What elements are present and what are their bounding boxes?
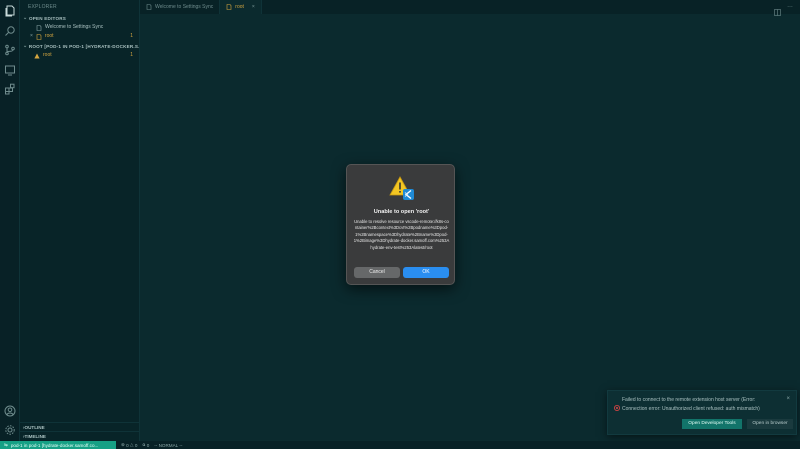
- file-icon: [36, 33, 42, 40]
- editor-actions: …: [774, 3, 794, 16]
- explorer-icon[interactable]: [3, 4, 17, 18]
- timeline-label: TIMELINE: [24, 433, 46, 439]
- file-icon: [226, 4, 232, 10]
- warning-file-icon: [34, 53, 40, 59]
- error-count: 0: [126, 442, 129, 448]
- vscode-warning-icon: [389, 175, 415, 201]
- dialog-message: Unable to resolve resource vscode-remote…: [353, 219, 450, 250]
- root-folder-label: ROOT [POD-1 IN POD-1 [HYDRATE-DOCKER.S..…: [28, 44, 139, 49]
- problem-count-badge: 1: [130, 52, 133, 58]
- split-editor-icon[interactable]: [774, 3, 781, 16]
- open-editor-settings-sync[interactable]: Welcome to Settings Sync: [20, 23, 139, 32]
- notification-message: Failed to connect to the remote extensio…: [622, 397, 760, 412]
- problems-indicator[interactable]: ⊗ 0 △ 0: [121, 442, 137, 448]
- tab-root[interactable]: root ×: [220, 0, 262, 14]
- open-editors-label: OPEN EDITORS: [29, 16, 67, 21]
- account-icon[interactable]: [3, 404, 17, 418]
- open-editor-label: root: [44, 33, 54, 39]
- error-dialog: Unable to open 'root' Unable to resolve …: [346, 164, 455, 285]
- outline-header[interactable]: › OUTLINE: [20, 422, 140, 431]
- error-notification: Failed to connect to the remote extensio…: [607, 390, 797, 435]
- remote-explorer-icon[interactable]: [3, 63, 17, 77]
- remote-icon: ⇋: [4, 442, 8, 447]
- explorer-sidebar: EXPLORER ⌄ OPEN EDITORS Welcome to Setti…: [20, 0, 140, 441]
- open-editor-label: Welcome to Settings Sync: [45, 24, 104, 30]
- close-icon[interactable]: ×: [786, 396, 790, 402]
- file-icon: [36, 24, 42, 31]
- open-editors-header[interactable]: ⌄ OPEN EDITORS: [20, 14, 139, 23]
- root-folder-header[interactable]: ⌄ ROOT [POD-1 IN POD-1 [HYDRATE-DOCKER.S…: [20, 42, 139, 51]
- problem-count-badge: 1: [130, 33, 133, 39]
- activity-bar: [0, 0, 20, 441]
- tab-label: root: [235, 4, 244, 10]
- ports-indicator[interactable]: ⍺ 0: [142, 442, 149, 448]
- open-in-browser-button[interactable]: Open in browser: [747, 419, 793, 429]
- open-developer-tools-button[interactable]: Open Developer Tools: [682, 419, 742, 429]
- more-actions-icon[interactable]: …: [787, 3, 794, 10]
- tab-settings-sync[interactable]: Welcome to Settings Sync: [140, 0, 221, 14]
- status-bar: ⇋ pod-1 in pod-1 [hydrate-docker.samoff.…: [0, 441, 800, 449]
- source-control-icon[interactable]: [3, 43, 17, 57]
- sidebar-title: EXPLORER: [28, 4, 57, 10]
- remote-indicator[interactable]: ⇋ pod-1 in pod-1 [hydrate-docker.samoff.…: [0, 441, 116, 449]
- tree-item-label: root: [43, 52, 52, 58]
- vim-mode: -- NORMAL --: [154, 442, 183, 448]
- extensions-icon[interactable]: [3, 82, 17, 96]
- cancel-button[interactable]: Cancel: [354, 267, 400, 278]
- search-icon[interactable]: [3, 24, 17, 38]
- error-icon: [614, 398, 620, 411]
- tree-item-root[interactable]: root 1: [20, 51, 139, 60]
- editor-tabs: Welcome to Settings Sync root × …: [140, 0, 800, 16]
- warning-count: 0: [134, 442, 138, 448]
- timeline-header[interactable]: › TIMELINE: [20, 431, 140, 440]
- error-icon: ⊗: [121, 442, 125, 447]
- file-icon: [146, 4, 152, 10]
- close-icon[interactable]: ×: [252, 4, 255, 10]
- settings-gear-icon[interactable]: [3, 423, 17, 437]
- broadcast-icon: ⍺: [142, 442, 146, 447]
- remote-label: pod-1 in pod-1 [hydrate-docker.samoff.co…: [10, 442, 99, 448]
- dialog-title: Unable to open 'root': [373, 209, 430, 215]
- tab-label: Welcome to Settings Sync: [155, 4, 214, 10]
- ports-count: 0: [146, 442, 150, 448]
- ok-button[interactable]: OK: [403, 267, 449, 278]
- warning-icon: △: [129, 442, 134, 447]
- open-editor-root[interactable]: × root 1: [20, 32, 139, 41]
- close-icon[interactable]: ×: [30, 32, 33, 41]
- vscode-window: EXPLORER ⌄ OPEN EDITORS Welcome to Setti…: [0, 0, 800, 449]
